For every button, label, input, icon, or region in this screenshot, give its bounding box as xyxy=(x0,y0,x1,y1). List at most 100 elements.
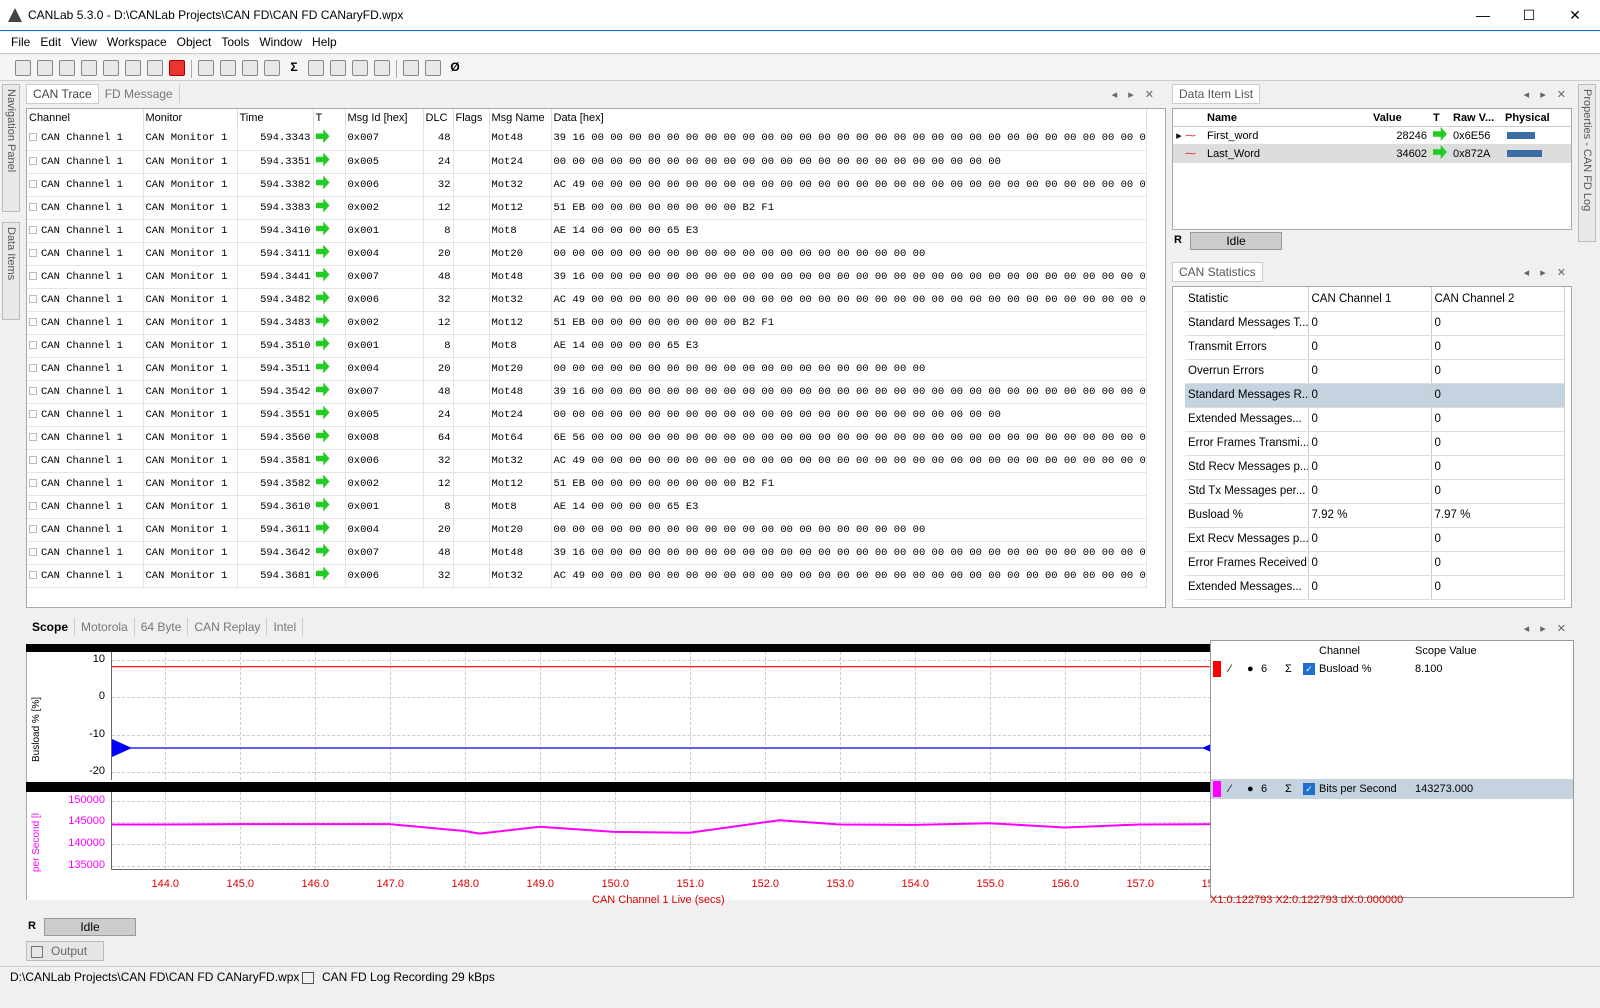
row-checkbox[interactable] xyxy=(29,133,37,142)
statistics-row[interactable]: Standard Messages T... 0 0 xyxy=(1185,311,1565,336)
row-checkbox[interactable] xyxy=(29,202,37,211)
table-row[interactable]: CAN Channel 1 CAN Monitor 1 594.3511 0x004 2… xyxy=(27,357,1147,381)
table-row[interactable]: CAN Channel 1 CAN Monitor 1 594.3382 0x006 3… xyxy=(27,173,1147,197)
side-tab-data-items[interactable]: Data Items xyxy=(2,222,22,322)
marker-icon[interactable]: ● xyxy=(1247,779,1254,799)
marker-icon[interactable]: ● xyxy=(1247,659,1254,679)
menu-object[interactable]: Object xyxy=(172,32,217,52)
trend-icon[interactable] xyxy=(425,60,441,76)
series-color-swatch[interactable] xyxy=(1213,781,1221,797)
table-row[interactable]: CAN Channel 1 CAN Monitor 1 594.3411 0x004 2… xyxy=(27,242,1147,266)
scope-plot-bps[interactable]: per Second [l 150000 145000 140000 135000 1… xyxy=(26,792,1229,906)
table-row[interactable]: CAN Channel 1 CAN Monitor 1 594.3681 0x006 3… xyxy=(27,564,1147,588)
table-icon[interactable] xyxy=(330,60,346,76)
paste-icon[interactable] xyxy=(125,60,141,76)
col-raw[interactable]: Raw V... xyxy=(1453,109,1505,126)
plot-icon[interactable] xyxy=(264,60,280,76)
pane-controls[interactable]: ◂ ▸ ✕ xyxy=(1524,88,1570,101)
new-file-icon[interactable] xyxy=(15,60,31,76)
row-checkbox[interactable] xyxy=(29,501,37,510)
table-row[interactable]: CAN Channel 1 CAN Monitor 1 594.3410 0x001 8… xyxy=(27,219,1147,243)
tab-data-item-list[interactable]: Data Item List xyxy=(1172,84,1261,104)
statistics-row[interactable]: Extended Messages... 0 0 xyxy=(1185,407,1565,432)
statistics-row[interactable]: Error Frames Received 0 0 xyxy=(1185,551,1565,576)
statistics-row[interactable]: Busload % 7.92 % 7.97 % xyxy=(1185,503,1565,528)
col-msg-id[interactable]: Msg Id [hex] xyxy=(345,109,424,127)
table-row[interactable]: CAN Channel 1 CAN Monitor 1 594.3483 0x002 1… xyxy=(27,311,1147,335)
row-checkbox[interactable] xyxy=(29,317,37,326)
table-row[interactable]: CAN Channel 1 CAN Monitor 1 594.3560 0x008 6… xyxy=(27,426,1147,450)
menu-window[interactable]: Window xyxy=(254,32,307,52)
row-checkbox[interactable] xyxy=(29,271,37,280)
statistics-row[interactable]: Transmit Errors 0 0 xyxy=(1185,335,1565,360)
tab-can-statistics[interactable]: CAN Statistics xyxy=(1172,262,1263,282)
tab-intel[interactable]: Intel xyxy=(267,618,304,636)
col-channel-1[interactable]: CAN Channel 1 xyxy=(1308,287,1432,312)
col-time[interactable]: Time xyxy=(237,109,314,127)
table-row[interactable]: CAN Channel 1 CAN Monitor 1 594.3351 0x005 2… xyxy=(27,150,1147,174)
col-channel[interactable]: Channel xyxy=(27,109,144,127)
row-checkbox[interactable] xyxy=(29,432,37,441)
statistics-row[interactable]: Standard Messages R... 0 0 xyxy=(1185,383,1565,408)
row-checkbox[interactable] xyxy=(29,294,37,303)
pane-controls[interactable]: ◂ ▸ ✕ xyxy=(1112,88,1158,101)
minimize-button[interactable]: — xyxy=(1460,0,1506,31)
table-row[interactable]: CAN Channel 1 CAN Monitor 1 594.3551 0x005 2… xyxy=(27,403,1147,427)
side-tab-navigation-panel[interactable]: Navigation Panel xyxy=(2,84,22,214)
menu-workspace[interactable]: Workspace xyxy=(102,32,172,52)
table-row[interactable]: CAN Channel 1 CAN Monitor 1 594.3383 0x002 1… xyxy=(27,196,1147,220)
series-visible-checkbox[interactable]: ✓ xyxy=(1303,663,1315,675)
sigma-icon[interactable]: Σ xyxy=(1285,779,1292,799)
col-t[interactable]: T xyxy=(1433,109,1453,126)
col-monitor[interactable]: Monitor xyxy=(143,109,238,127)
row-checkbox[interactable] xyxy=(29,409,37,418)
line-style-icon[interactable]: ⁄ xyxy=(1229,659,1231,679)
legend-row[interactable]: ⁄ ● 6 Σ ✓ Bits per Second 143273.000 xyxy=(1211,779,1573,799)
table-row[interactable]: CAN Channel 1 CAN Monitor 1 594.3610 0x001 8… xyxy=(27,495,1147,519)
statistics-row[interactable]: Std Recv Messages p... 0 0 xyxy=(1185,455,1565,480)
row-checkbox[interactable] xyxy=(29,363,37,372)
side-tab-properties[interactable]: Properties - CAN FD Log xyxy=(1578,84,1598,244)
data-item-row[interactable]: ▸ ⁓ First_word 28246 0x6E56 xyxy=(1173,127,1571,145)
col-data[interactable]: Data [hex] xyxy=(551,109,1147,127)
pane-controls[interactable]: ◂ ▸ ✕ xyxy=(1524,622,1570,635)
open-workspace-icon[interactable] xyxy=(81,60,97,76)
line-width[interactable]: 6 xyxy=(1261,659,1267,679)
record-icon[interactable] xyxy=(169,60,185,76)
copy-icon[interactable] xyxy=(103,60,119,76)
line-style-icon[interactable]: ⁄ xyxy=(1229,779,1231,799)
import-icon[interactable] xyxy=(147,60,163,76)
tab-fd-message[interactable]: FD Message xyxy=(99,85,180,103)
col-name[interactable]: Name xyxy=(1173,109,1373,126)
pane-controls[interactable]: ◂ ▸ ✕ xyxy=(1524,266,1570,279)
save-icon[interactable] xyxy=(59,60,75,76)
series-color-swatch[interactable] xyxy=(1213,661,1221,677)
col-channel-2[interactable]: CAN Channel 2 xyxy=(1431,287,1565,312)
menu-tools[interactable]: Tools xyxy=(216,32,254,52)
col-value[interactable]: Value xyxy=(1373,109,1433,126)
thermometer-icon[interactable] xyxy=(374,60,390,76)
row-checkbox[interactable] xyxy=(29,179,37,188)
open-folder-icon[interactable] xyxy=(37,60,53,76)
tab-output[interactable]: Output xyxy=(26,941,104,961)
table-row[interactable]: CAN Channel 1 CAN Monitor 1 594.3611 0x004 2… xyxy=(27,518,1147,542)
row-checkbox[interactable] xyxy=(29,225,37,234)
graph-icon[interactable] xyxy=(220,60,236,76)
row-checkbox[interactable] xyxy=(29,386,37,395)
table-row[interactable]: CAN Channel 1 CAN Monitor 1 594.3582 0x002 1… xyxy=(27,472,1147,496)
row-checkbox[interactable] xyxy=(29,455,37,464)
close-button[interactable]: ✕ xyxy=(1552,0,1598,31)
table-row[interactable]: CAN Channel 1 CAN Monitor 1 594.3482 0x006 3… xyxy=(27,288,1147,312)
clear-icon[interactable]: Ø xyxy=(447,60,463,76)
col-statistic[interactable]: Statistic xyxy=(1185,287,1309,312)
menu-view[interactable]: View xyxy=(66,32,102,52)
trace-icon[interactable] xyxy=(198,60,214,76)
sigma-icon[interactable]: Σ xyxy=(1285,659,1292,679)
col-flags[interactable]: Flags xyxy=(453,109,490,127)
statistics-row[interactable]: Std Tx Messages per... 0 0 xyxy=(1185,479,1565,504)
inspect-icon[interactable] xyxy=(308,60,324,76)
series-visible-checkbox[interactable]: ✓ xyxy=(1303,783,1315,795)
col-dlc[interactable]: DLC xyxy=(423,109,454,127)
table-row[interactable]: CAN Channel 1 CAN Monitor 1 594.3343 0x007 4… xyxy=(27,127,1147,151)
table-row[interactable]: CAN Channel 1 CAN Monitor 1 594.3642 0x007 4… xyxy=(27,541,1147,565)
